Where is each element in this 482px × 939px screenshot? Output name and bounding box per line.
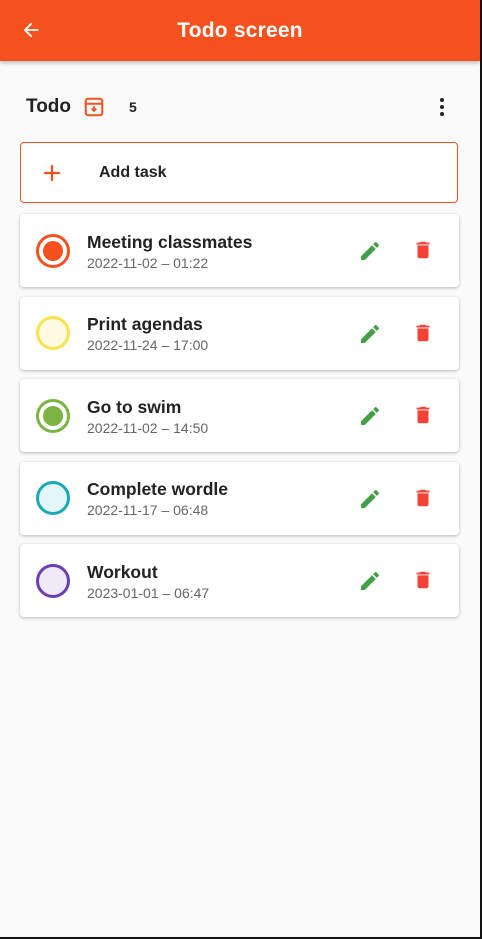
task-count: 5 — [129, 99, 137, 115]
pencil-icon[interactable] — [358, 569, 382, 593]
app-bar: Todo screen — [0, 0, 480, 61]
trash-icon[interactable] — [412, 486, 434, 510]
task-title: Complete wordle — [87, 479, 228, 499]
section-title: Todo — [26, 96, 72, 117]
task-date: 2022-11-17 – 06:48 — [87, 502, 209, 518]
arrow-left-icon — [23, 22, 39, 38]
status-toggle[interactable] — [36, 563, 70, 598]
add-task-label: Add task — [99, 163, 167, 181]
task-text: Complete wordle 2022-11-17 – 06:48 — [87, 478, 228, 518]
add-task-button[interactable]: Add task — [20, 142, 458, 203]
pencil-icon[interactable] — [358, 404, 382, 428]
task-date: 2022-11-24 – 17:00 — [87, 337, 209, 353]
task-text: Go to swim 2022-11-02 – 14:50 — [87, 396, 208, 436]
plus-icon — [41, 162, 63, 184]
task-card[interactable]: Workout 2023-01-01 – 06:47 — [20, 544, 459, 617]
archive-icon[interactable] — [83, 95, 107, 119]
task-date: 2022-11-02 – 14:50 — [87, 419, 209, 436]
more-vert-icon[interactable] — [430, 92, 454, 122]
status-toggle[interactable] — [36, 233, 70, 268]
back-button[interactable] — [16, 15, 46, 45]
pencil-icon[interactable] — [358, 239, 382, 263]
trash-icon[interactable] — [412, 568, 434, 592]
task-title: Print agendas — [87, 314, 203, 334]
task-card[interactable]: Complete wordle 2022-11-17 – 06:48 — [20, 461, 459, 535]
task-date: 2022-11-02 – 01:22 — [87, 254, 209, 271]
section-header: Todo 5 — [26, 92, 454, 122]
task-card[interactable]: Go to swim 2022-11-02 – 14:50 — [20, 379, 459, 452]
task-title: Workout — [87, 561, 158, 582]
status-dot — [43, 240, 63, 261]
task-card[interactable]: Meeting classmates 2022-11-02 – 01:22 — [20, 214, 459, 287]
status-toggle[interactable] — [36, 481, 70, 515]
page-title: Todo screen — [177, 18, 303, 42]
task-card[interactable]: Print agendas 2022-11-24 – 17:00 — [20, 296, 459, 370]
trash-icon[interactable] — [412, 238, 434, 262]
pencil-icon[interactable] — [358, 322, 382, 346]
trash-icon[interactable] — [412, 321, 434, 345]
task-date: 2023-01-01 – 06:47 — [87, 584, 210, 601]
status-toggle[interactable] — [36, 398, 70, 433]
pencil-icon[interactable] — [358, 487, 382, 511]
status-dot — [43, 405, 63, 426]
task-title: Go to swim — [87, 396, 182, 417]
task-text: Meeting classmates 2022-11-02 – 01:22 — [87, 231, 252, 271]
status-toggle[interactable] — [36, 316, 70, 350]
task-text: Workout 2023-01-01 – 06:47 — [87, 561, 209, 601]
task-list: Meeting classmates 2022-11-02 – 01:22 Pr… — [20, 214, 459, 627]
trash-icon[interactable] — [412, 403, 434, 427]
phone-screen: Todo screen Todo 5 Add task Meeting clas… — [0, 0, 482, 939]
task-text: Print agendas 2022-11-24 – 17:00 — [87, 313, 208, 353]
task-title: Meeting classmates — [87, 231, 253, 252]
